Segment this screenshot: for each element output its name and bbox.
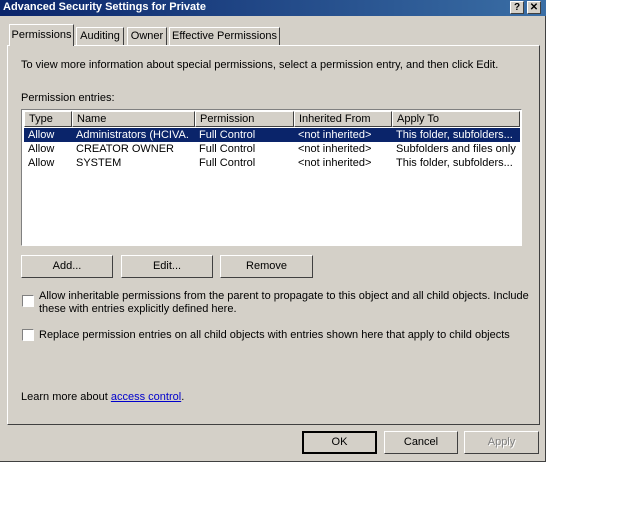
table-row[interactable]: Allow Administrators (HCIVA... Full Cont… [24,128,520,142]
learn-more-prefix: Learn more about [21,391,111,403]
table-row[interactable]: Allow SYSTEM Full Control <not inherited… [24,156,520,170]
cell-type: Allow [28,143,55,155]
access-control-link[interactable]: access control [111,391,181,403]
close-icon: ✕ [529,2,539,13]
tab-owner[interactable]: Owner [127,27,167,46]
cell-name: Administrators (HCIVA... [76,129,188,141]
apply-button-label: Apply [487,436,516,448]
cell-permission: Full Control [199,157,256,169]
title-bar[interactable]: Advanced Security Settings for Private ?… [0,0,546,16]
edit-button-label: Edit... [152,260,182,272]
ok-button-label: OK [331,436,348,448]
cell-inherited-from: <not inherited> [298,129,372,141]
tab-permissions[interactable]: Permissions [9,24,74,46]
ok-button[interactable]: OK [302,431,377,454]
inherit-permissions-label-line1: Allow inheritable permissions from the p… [39,290,529,302]
cancel-button-label: Cancel [403,436,439,448]
column-header-type[interactable]: Type [24,111,72,127]
cell-apply-to: Subfolders and files only [396,143,516,155]
learn-more-suffix: . [181,391,185,403]
cell-permission: Full Control [199,143,256,155]
remove-button-label: Remove [246,260,287,272]
help-button[interactable]: ? [510,1,524,14]
cancel-button[interactable]: Cancel [384,431,458,454]
cell-name: CREATOR OWNER [76,143,174,155]
cell-permission: Full Control [199,129,256,141]
permission-entries-label: Permission entries: [21,92,115,104]
cell-apply-to: This folder, subfolders... [396,157,513,169]
window-title: Advanced Security Settings for Private [3,1,206,13]
column-header-inherited-from[interactable]: Inherited From [294,111,392,127]
column-header-permission[interactable]: Permission [195,111,294,127]
close-button[interactable]: ✕ [527,1,541,14]
column-header-apply-to[interactable]: Apply To [392,111,520,127]
table-row[interactable]: Allow CREATOR OWNER Full Control <not in… [24,142,520,156]
inherit-permissions-checkbox[interactable] [22,295,34,307]
replace-permissions-label: Replace permission entries on all child … [39,329,510,341]
edit-button[interactable]: Edit... [121,255,213,278]
permission-entries-list[interactable]: Type Name Permission Inherited From Appl… [21,109,522,246]
replace-permissions-checkbox[interactable] [22,329,34,341]
column-header-name[interactable]: Name [72,111,195,127]
cell-apply-to: This folder, subfolders... [396,129,513,141]
tab-effective-permissions[interactable]: Effective Permissions [169,27,280,46]
cell-inherited-from: <not inherited> [298,143,372,155]
add-button-label: Add... [52,260,82,272]
inherit-permissions-label-line2: these with entries explicitly defined he… [39,303,237,315]
cell-type: Allow [28,157,55,169]
cell-type: Allow [28,129,55,141]
remove-button[interactable]: Remove [220,255,313,278]
security-settings-dialog: Advanced Security Settings for Private ?… [0,0,546,462]
intro-text: To view more information about special p… [21,59,499,71]
learn-more-text: Learn more about access control. [21,391,184,403]
cell-name: SYSTEM [76,157,122,169]
tab-auditing[interactable]: Auditing [76,27,124,46]
apply-button[interactable]: Apply [464,431,539,454]
cell-inherited-from: <not inherited> [298,157,372,169]
help-icon: ? [513,2,521,13]
add-button[interactable]: Add... [21,255,113,278]
